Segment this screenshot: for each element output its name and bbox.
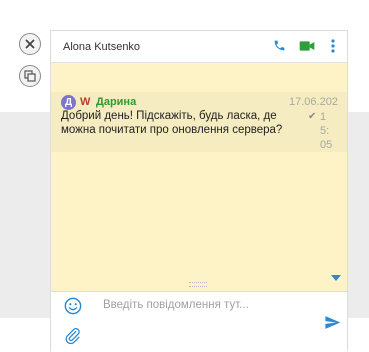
chat-window: Alona Kutsenko Д W Дарина Добрий день! П… xyxy=(50,30,348,352)
popout-icon xyxy=(24,70,36,82)
avatar: Д xyxy=(61,95,76,110)
close-chat-button[interactable] xyxy=(19,33,41,55)
paperclip-icon[interactable] xyxy=(64,327,81,344)
send-icon[interactable] xyxy=(324,314,341,331)
os-badge: W xyxy=(80,96,91,108)
phone-icon[interactable] xyxy=(273,39,286,52)
chat-header: Alona Kutsenko xyxy=(51,31,347,63)
close-icon xyxy=(25,39,35,49)
emoji-icon[interactable] xyxy=(64,297,82,315)
message-date: 17.06.202 xyxy=(289,96,338,108)
message-time: 15:05 xyxy=(320,111,333,151)
message-input[interactable] xyxy=(103,296,293,314)
video-camera-icon[interactable] xyxy=(299,39,315,53)
message-item[interactable]: Д W Дарина Добрий день! Підскажіть, будь… xyxy=(51,92,347,152)
resize-handle[interactable] xyxy=(189,282,207,287)
message-composer xyxy=(51,291,347,352)
checkmark-icon: ✔ xyxy=(308,111,317,122)
message-text: Добрий день! Підскажіть, будь ласка, де … xyxy=(61,110,283,136)
popout-button[interactable] xyxy=(19,65,41,87)
contact-name: Alona Kutsenko xyxy=(63,41,141,53)
chevron-down-icon[interactable] xyxy=(331,275,341,282)
more-vertical-icon[interactable] xyxy=(331,39,335,53)
sender-name[interactable]: Дарина xyxy=(96,96,136,108)
